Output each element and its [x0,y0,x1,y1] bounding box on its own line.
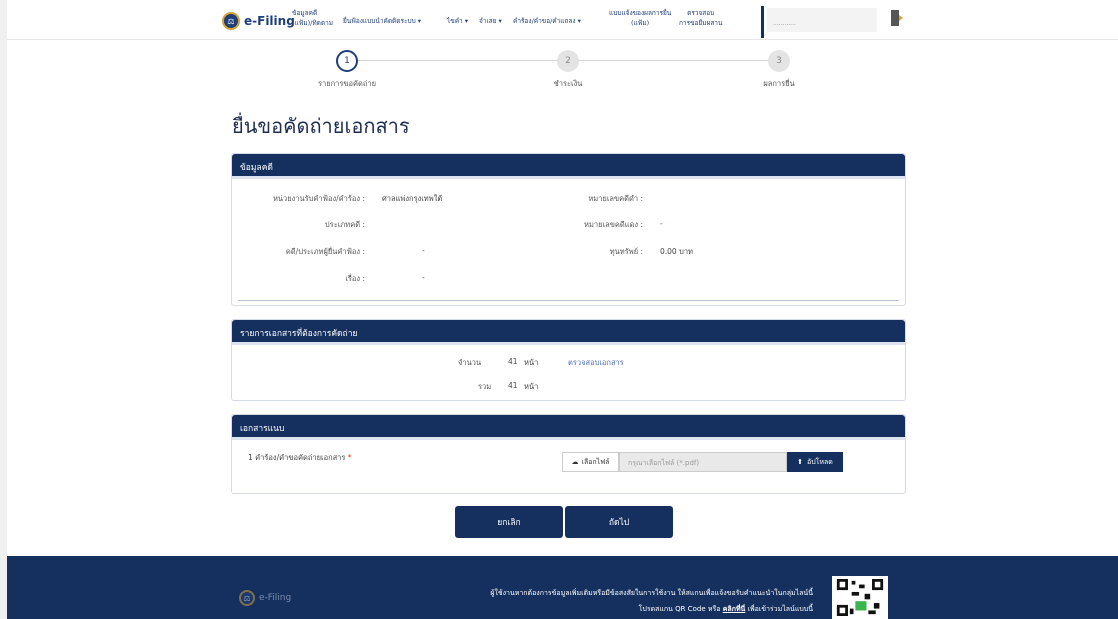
step-label: ชำระเงิน [553,79,583,88]
parties-label: คดี/ประเภทผู้ยื่นคำฟ้อง : [285,247,365,256]
step-circle: 1 [336,50,358,72]
nav-file-suit[interactable]: ยื่นฟ้องแบบนำคัดติดระบบ ▾ [343,16,421,26]
step-circle: 2 [557,50,579,72]
subject-label: เรื่อง : [345,274,365,283]
count-value: 41 [508,357,518,366]
nav-label: แบบแจ้งของผลการยื่น [609,9,672,17]
card-heading: ข้อมูลคดี [232,154,905,176]
nav-check[interactable]: ตรวจสอบ การขอยืมผสาน [679,8,722,28]
nav-sublabel: (แฟ้ม)/ทิดตาม [292,19,333,27]
card-heading: รายการเอกสารที่ต้องการคัดถ่าย [232,320,905,342]
total-label: รวม [478,382,492,391]
court-label: หน่วยงานรับคำฟ้อง/คำร้อง : [272,194,365,203]
footer-logo: ⚖ e-Filing [239,590,291,606]
required-mark: * [347,453,352,462]
attachment-name: 1 คำร้อง/คำขอคัดถ่ายเอกสาร [248,453,346,462]
upload-icon: ⬆ [797,458,803,466]
page-title: ยื่นขอคัดถ่ายเอกสาร [232,114,410,138]
nav-label: คำร้อง/คำขอ/คำแถลง ▾ [513,17,581,25]
footer-qr-text: โปรดสแกน QR Code หรือ คลิกที่นี่ เพื่อเข… [639,604,813,615]
parties-value: - [422,246,425,255]
black-no-label: หมายเลขคดีดำ : [588,194,643,203]
footer-help-text: ผู้ใช้งานหากต้องการข้อมูลเพิ่มเติมหรือมี… [490,589,813,597]
next-button[interactable]: ถัดไป [565,506,673,538]
attachments-card: เอกสารแนบ 1 คำร้อง/คำขอคัดถ่ายเอกสาร * ☁… [231,414,906,494]
step-label: ผลการยื่น [763,79,795,88]
user-account[interactable]: ............ [767,8,877,32]
nav-petition[interactable]: คำร้อง/คำขอ/คำแถลง ▾ [513,16,581,26]
check-documents-link[interactable]: ตรวจสอบเอกสาร [568,357,624,369]
footer-qr-pre: โปรดสแกน QR Code หรือ [638,605,721,613]
count-label: จำนวน [458,358,482,367]
step-label: รายการขอคัดถ่าย [317,79,377,88]
logo-text: e-Filing [244,14,295,28]
case-type-label: ประเภทคดี : [324,220,365,229]
case-info-card: ข้อมูลคดี หน่วยงานรับคำฟ้อง/คำร้อง : ศาล… [231,153,906,306]
nav-sublabel: (แฟ้ม) [631,19,650,27]
card-body: จำนวน 41 หน้า ตรวจสอบเอกสาร รวม 41 หน้า [232,342,905,402]
nav-label: ยื่นฟ้องแบบนำคัดติดระบบ ▾ [343,17,422,25]
nav-label: ข้อมูลคดี [292,9,318,17]
nav-answer[interactable]: ไขคำ ▾ [447,16,468,26]
choose-file-label: เลือกไฟล์ [581,457,610,466]
page: ⚖ e-Filing ข้อมูลคดี (แฟ้ม)/ทิดตาม ยื่นฟ… [7,0,1118,619]
nav-submission-result[interactable]: แบบแจ้งของผลการยื่น (แฟ้ม) [609,8,671,28]
nav-sublabel: การขอยืมผสาน [679,19,723,27]
nav-label: ไขคำ ▾ [447,17,469,25]
capital-label: ทุนทรัพย์ : [609,247,643,256]
red-no-label: หมายเลขคดีแดง : [584,220,643,229]
count-unit: หน้า [524,358,539,367]
court-value: ศาลแพ่งกรุงเทพใต้ [382,194,443,203]
step-circle: 3 [768,50,790,72]
nav-divider [761,6,764,38]
upload-label: อัปโหลด [807,457,833,466]
step-2: 2 ชำระเงิน [513,50,623,90]
cloud-icon: ☁ [571,458,579,466]
attachment-item-label: 1 คำร้อง/คำขอคัดถ่ายเอกสาร * [248,452,352,464]
nav-case-info[interactable]: ข้อมูลคดี (แฟ้ม)/ทิดตาม [292,8,333,28]
step-3: 3 ผลการยื่น [724,50,834,90]
card-heading: เอกสารแนบ [232,415,905,437]
logout-icon[interactable] [891,10,903,26]
nav-defendant[interactable]: จำเลย ▾ [479,16,502,26]
subject-value: - [422,273,425,282]
footer-logo-text: e-Filing [259,593,292,603]
card-body: หน่วยงานรับคำฟ้อง/คำร้อง : ศาลแพ่งกรุงเท… [232,176,905,307]
footer-click-here-link[interactable]: คลิกที่นี่ [723,605,746,613]
upload-button[interactable]: ⬆ อัปโหลด [787,452,843,472]
red-no-value: - [660,219,663,228]
choose-file-button[interactable]: ☁ เลือกไฟล์ [562,452,619,472]
court-emblem-icon: ⚖ [222,12,240,30]
card-body: 1 คำร้อง/คำขอคัดถ่ายเอกสาร * ☁ เลือกไฟล์… [232,437,905,495]
nav-label: จำเลย ▾ [479,17,502,25]
efiling-logo[interactable]: ⚖ e-Filing [222,12,295,30]
file-name-input[interactable]: กรุณาเลือกไฟล์ (*.pdf) [619,452,787,472]
total-unit: หน้า [524,382,539,391]
capital-value: 0.00 บาท [660,247,693,256]
user-name: ............ [773,20,796,27]
footer: ⚖ e-Filing ผู้ใช้งานหากต้องการข้อมูลเพิ่… [7,556,1118,619]
court-emblem-icon: ⚖ [239,590,255,606]
cancel-button[interactable]: ยกเลิก [455,506,563,538]
step-1: 1 รายการขอคัดถ่าย [292,50,402,90]
footer-qr-post: เพื่อเข้าร่วมไลน์แบบนี้ [747,605,813,613]
documents-card: รายการเอกสารที่ต้องการคัดถ่าย จำนวน 41 ห… [231,319,906,401]
qr-code-icon [832,576,888,619]
total-value: 41 [508,381,518,390]
top-navigation: ⚖ e-Filing ข้อมูลคดี (แฟ้ม)/ทิดตาม ยื่นฟ… [7,0,1118,40]
nav-label: ตรวจสอบ [687,9,715,17]
